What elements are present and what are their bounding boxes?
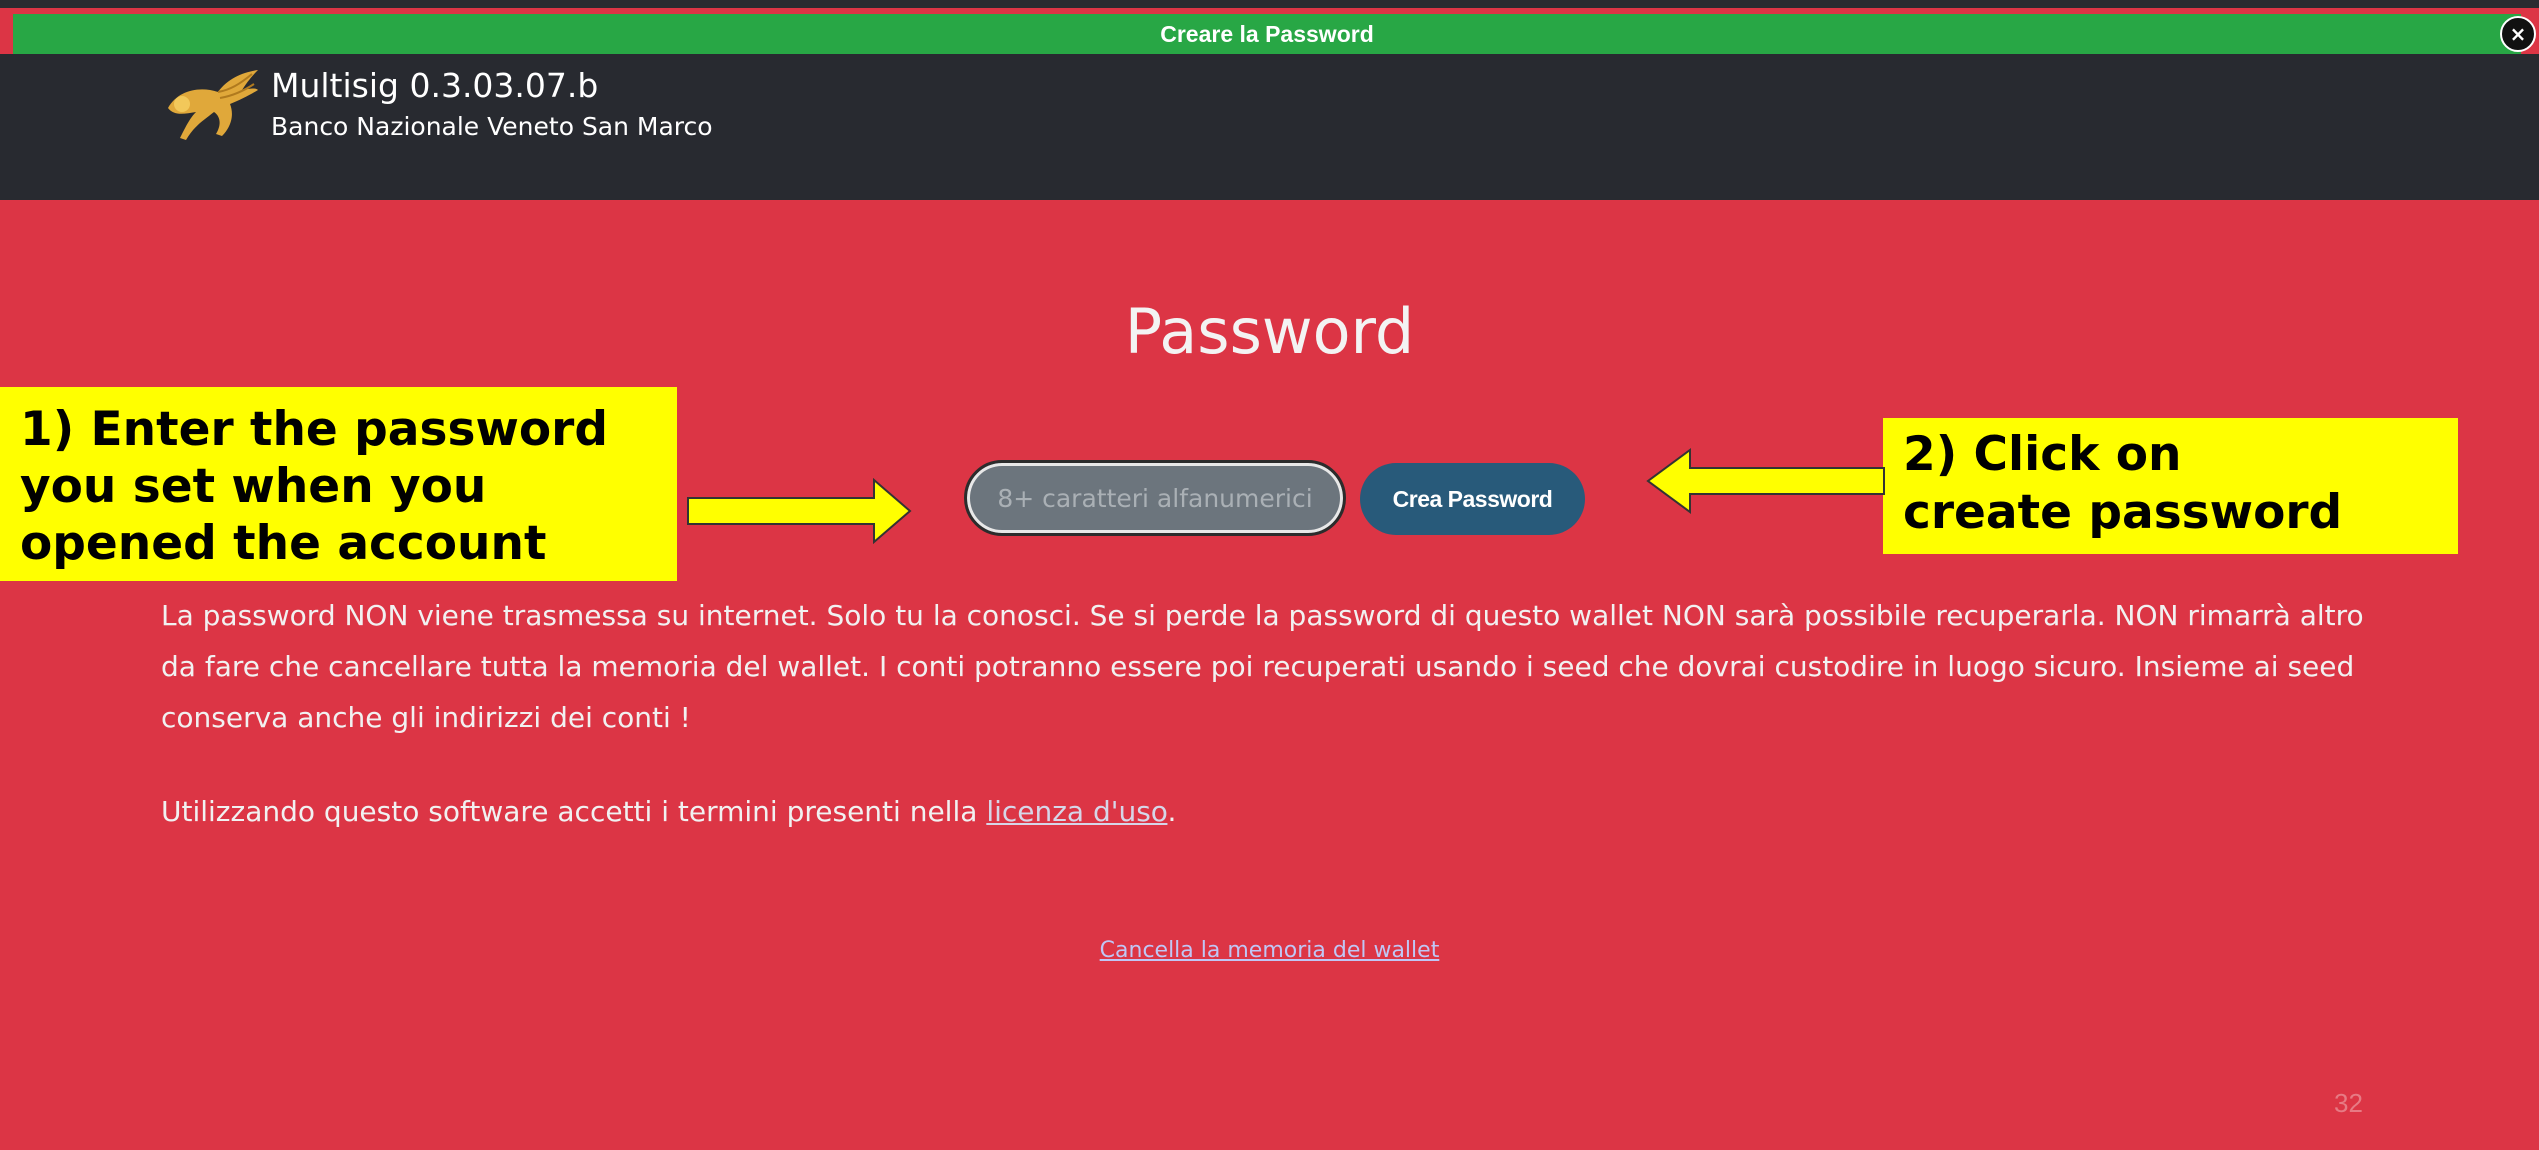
callout-line: opened the account [20,516,547,571]
password-panel: Password Crea Password La password NON v… [0,200,2539,1150]
bank-name: Banco Nazionale Veneto San Marco [271,112,713,141]
license-terms-text: Utilizzando questo software accetti i te… [161,792,1176,832]
password-input[interactable] [964,460,1346,536]
close-icon[interactable]: × [2500,16,2536,52]
arrow-left-icon [1646,448,1885,514]
callout-line: you set when you [20,459,487,514]
arrow-right-icon [687,478,912,544]
wipe-wallet-link[interactable]: Cancella la memoria del wallet [1100,938,1440,963]
slide-number: 32 [2334,1088,2363,1118]
annotation-callout-enter-password: 1) Enter the password you set when you o… [0,387,677,581]
create-password-button[interactable]: Crea Password [1360,463,1585,535]
callout-line: create password [1903,485,2343,540]
window-title: Creare la Password [1160,20,1374,47]
wipe-wallet-link-row: Cancella la memoria del wallet [0,938,2539,963]
app-name: Multisig 0.3.03.07.b [271,66,599,105]
annotation-callout-click-create: 2) Click on create password [1883,418,2458,554]
page-title: Password [1124,295,1415,368]
callout-line: 1) Enter the password [20,402,609,457]
window-titlebar: Creare la Password [13,14,2521,54]
password-warning-text: La password NON viene trasmessa su inter… [161,599,2364,734]
license-link[interactable]: licenza d'uso [986,795,1167,828]
terms-prefix: Utilizzando questo software accetti i te… [161,795,987,828]
window-top-edge [0,0,2539,8]
app-header: Multisig 0.3.03.07.b Banco Nazionale Ven… [0,54,2539,200]
callout-line: 2) Click on [1903,427,2182,482]
winged-lion-icon [168,70,258,140]
terms-suffix: . [1167,795,1177,828]
